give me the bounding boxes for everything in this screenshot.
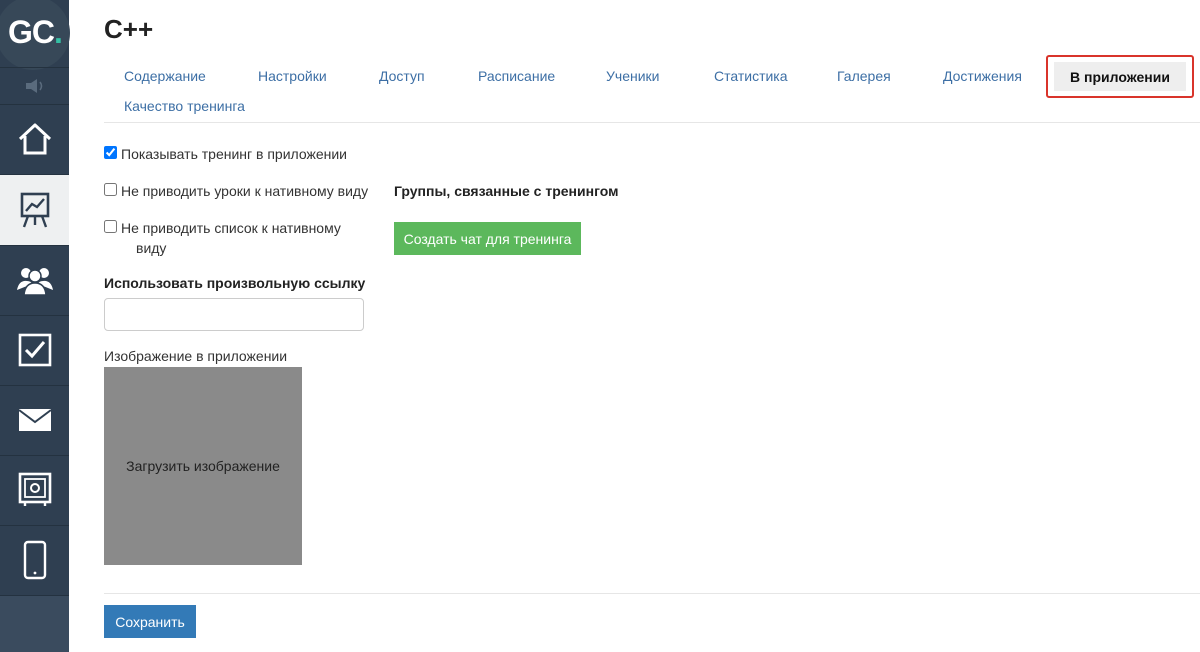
home-icon (18, 123, 51, 155)
tab-settings[interactable]: Настройки (258, 68, 327, 84)
tabs-divider (104, 122, 1200, 123)
sidebar-filler (0, 596, 69, 652)
sidebar: GC. (0, 0, 70, 652)
tab-schedule[interactable]: Расписание (478, 68, 555, 84)
main-content: C++ Содержание Настройки Доступ Расписан… (69, 0, 1200, 652)
tab-content[interactable]: Содержание (124, 68, 206, 84)
mobile-icon (23, 540, 46, 580)
tab-achievements[interactable]: Достижения (943, 68, 1022, 84)
sidebar-item-users[interactable] (0, 245, 69, 316)
presentation-chart-icon (20, 192, 49, 228)
no-native-lessons-checkbox[interactable] (104, 183, 117, 196)
upload-image-label: Загрузить изображение (126, 458, 280, 474)
checkbox-icon (18, 333, 51, 367)
tab-training-quality[interactable]: Качество тренинга (124, 98, 245, 114)
no-native-lessons-label: Не приводить уроки к нативному виду (121, 183, 369, 199)
no-native-lessons-row: Не приводить уроки к нативному виду (104, 183, 368, 199)
show-in-app-row: Показывать тренинг в приложении (104, 146, 347, 162)
custom-link-label: Использовать произвольную ссылку (104, 275, 366, 291)
footer-divider (104, 593, 1200, 594)
image-label: Изображение в приложении (104, 348, 288, 364)
sidebar-item-trainings[interactable] (0, 175, 69, 246)
custom-link-input[interactable] (104, 298, 364, 331)
no-native-list-label: Не приводить список к нативному виду (121, 220, 341, 256)
show-in-app-checkbox[interactable] (104, 146, 117, 159)
safe-icon (18, 472, 51, 506)
sidebar-item-home[interactable] (0, 104, 69, 175)
upload-image-area[interactable]: Загрузить изображение (104, 367, 302, 565)
speaker-icon (25, 79, 42, 93)
no-native-list-row: Не приводить список к нативному виду (104, 220, 341, 258)
show-in-app-label: Показывать тренинг в приложении (121, 146, 348, 162)
tab-in-app-highlight: В приложении (1046, 55, 1194, 98)
sidebar-item-tasks[interactable] (0, 315, 69, 386)
tab-students[interactable]: Ученики (606, 68, 659, 84)
tab-in-app[interactable]: В приложении (1054, 62, 1186, 91)
logo-text: GC. (8, 14, 63, 50)
tab-gallery[interactable]: Галерея (837, 68, 891, 84)
page-title: C++ (104, 14, 154, 44)
save-button[interactable]: Сохранить (104, 605, 196, 638)
sidebar-item-safe[interactable] (0, 455, 69, 526)
sidebar-item-mobile[interactable] (0, 525, 69, 596)
users-icon (16, 268, 53, 296)
sidebar-item-messages[interactable] (0, 385, 69, 456)
groups-label: Группы, связанные с тренингом (394, 183, 619, 199)
no-native-list-checkbox[interactable] (104, 220, 117, 233)
envelope-icon (17, 409, 52, 431)
tab-statistics[interactable]: Статистика (714, 68, 788, 84)
create-chat-button[interactable]: Создать чат для тренинга (394, 222, 581, 255)
logo[interactable]: GC. (0, 0, 70, 70)
sound-toggle[interactable] (0, 67, 69, 105)
tab-access[interactable]: Доступ (379, 68, 425, 84)
